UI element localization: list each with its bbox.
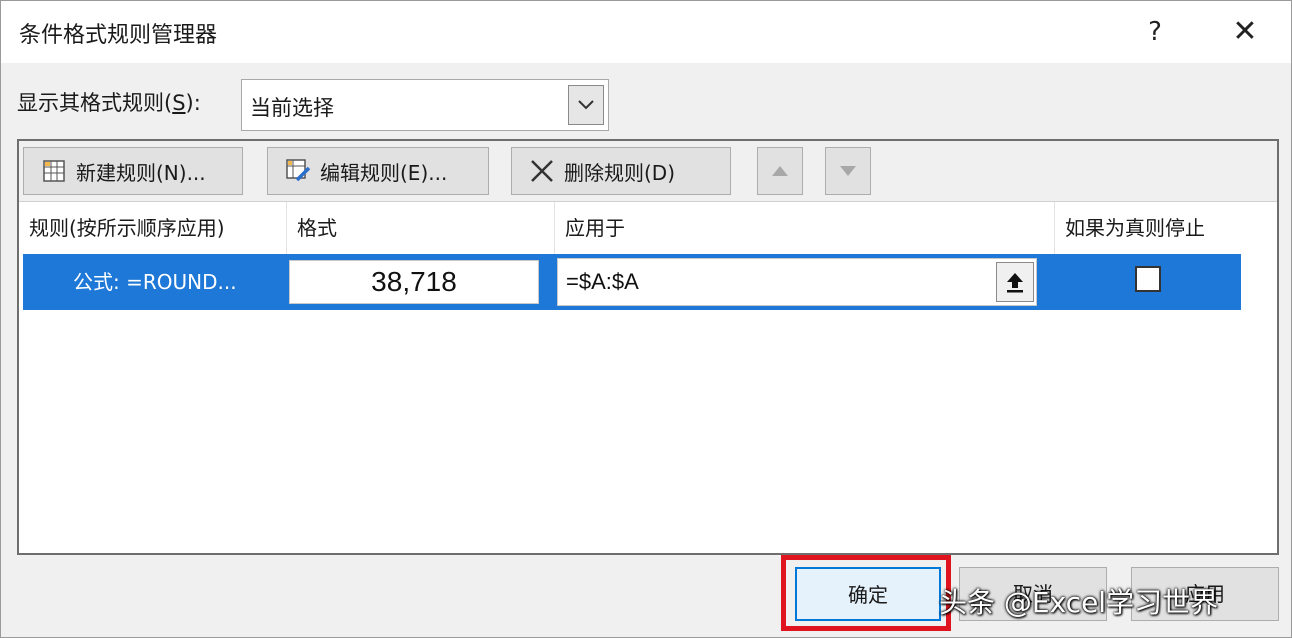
delete-x-icon (528, 157, 556, 185)
close-button[interactable]: ✕ (1223, 11, 1267, 53)
arrow-up-icon (1007, 273, 1023, 293)
delete-rule-label: 删除规则(D) (564, 160, 676, 185)
dialog-title: 条件格式规则管理器 (19, 23, 218, 48)
help-button[interactable]: ? (1133, 11, 1177, 53)
new-rule-label: 新建规则(N)... (76, 160, 206, 185)
column-header-format: 格式 (287, 202, 555, 254)
new-rule-icon (40, 157, 68, 185)
show-rules-selected: 当前选择 (250, 96, 334, 120)
range-select-button[interactable] (996, 262, 1034, 302)
watermark: 头条 @Excel学习世界 (939, 586, 1219, 619)
ok-button[interactable]: 确定 (795, 567, 941, 621)
show-rules-label: 显示其格式规则(S): (17, 91, 201, 115)
dropdown-button[interactable] (568, 85, 604, 125)
title-bar: 条件格式规则管理器 ? ✕ (1, 1, 1291, 63)
column-header-stop-if-true: 如果为真则停止 (1065, 216, 1205, 240)
delete-rule-button[interactable]: 删除规则(D) (511, 147, 731, 195)
format-preview: 38,718 (289, 260, 539, 304)
stop-if-true-checkbox[interactable] (1135, 266, 1161, 292)
triangle-down-icon (840, 166, 856, 176)
move-down-button[interactable] (825, 147, 871, 195)
chevron-down-icon (578, 100, 594, 110)
triangle-up-icon (772, 166, 788, 176)
move-up-button[interactable] (757, 147, 803, 195)
conditional-format-manager-dialog: 条件格式规则管理器 ? ✕ 显示其格式规则(S): 当前选择 新建规则(N)..… (0, 0, 1292, 638)
applies-to-value: =$A:$A (566, 269, 639, 294)
rules-panel: 新建规则(N)... 编辑规则(E)... 删除规则(D) 规则(按所示顺序应用… (17, 139, 1279, 555)
applies-to-input[interactable]: =$A:$A (557, 258, 1037, 306)
edit-rule-label: 编辑规则(E)... (320, 160, 448, 185)
edit-rule-icon (284, 157, 312, 185)
edit-rule-button[interactable]: 编辑规则(E)... (267, 147, 489, 195)
rule-description: 公式: =ROUND... (73, 270, 237, 294)
rules-table: 规则(按所示顺序应用) 格式 应用于 如果为真则停止 公式: =ROUND...… (19, 201, 1277, 553)
show-rules-dropdown[interactable]: 当前选择 (241, 79, 609, 131)
new-rule-button[interactable]: 新建规则(N)... (23, 147, 243, 195)
table-row[interactable]: 公式: =ROUND... 38,718 =$A:$A (23, 254, 1241, 310)
column-header-rule: 规则(按所示顺序应用) (19, 202, 287, 254)
column-header-applies-to: 应用于 (555, 202, 1055, 254)
